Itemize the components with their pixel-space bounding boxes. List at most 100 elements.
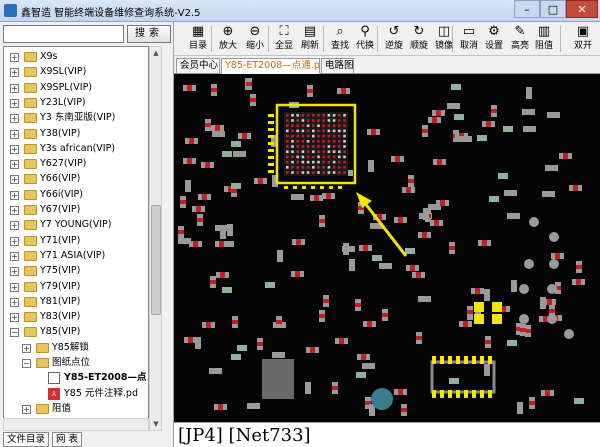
tree-item[interactable]: + Y7 YOUNG(VIP) xyxy=(4,217,148,233)
toolbar-button-zoom-in[interactable]: ⊕ 放大 xyxy=(215,24,241,54)
tree-item[interactable]: ⅄ Y85 元件注释.pd xyxy=(4,386,148,402)
tree-horizontal-scrollbar[interactable] xyxy=(3,418,149,431)
pcb-pad xyxy=(341,88,346,94)
toolbar-button-highlight[interactable]: ✎ 高亮 xyxy=(507,24,533,54)
tree-item[interactable]: + Y3s african(VIP) xyxy=(4,141,148,157)
pcb-pad xyxy=(250,98,256,102)
tree-item[interactable]: + Y67(VIP) xyxy=(4,202,148,218)
pcb-pad xyxy=(366,363,371,369)
pcb-view[interactable] xyxy=(174,74,600,422)
tree-item[interactable]: + X9SPL(VIP) xyxy=(4,80,148,96)
bga-ball xyxy=(327,166,331,169)
search-input[interactable] xyxy=(3,25,124,43)
tree-item[interactable]: + 阻值 xyxy=(4,401,148,417)
tree-expander-icon[interactable]: + xyxy=(10,160,19,170)
pcb-pad xyxy=(436,110,441,116)
tree-expander-icon[interactable]: + xyxy=(22,343,31,353)
tab-schematic[interactable]: 电路图 xyxy=(321,58,354,74)
toolbar-button-cancel[interactable]: ▭ 取消 xyxy=(456,24,482,54)
tab-file-directory[interactable]: 文件目录 xyxy=(3,432,50,447)
tree-expander-icon[interactable]: + xyxy=(10,236,19,246)
tree-expander-icon[interactable]: − xyxy=(22,359,31,368)
toolbar-button-rotate-ccw[interactable]: ↺ 逆旋 xyxy=(381,24,407,54)
tree-expander-icon[interactable]: + xyxy=(10,98,19,108)
tree-expander-icon[interactable]: + xyxy=(10,297,19,307)
tree-expander-icon[interactable]: + xyxy=(10,175,19,185)
pcb-pad xyxy=(459,136,463,142)
scrollbar-thumb[interactable] xyxy=(151,205,161,315)
tab-member-center[interactable]: 会员中心 xyxy=(176,58,220,74)
bga-ball xyxy=(306,129,310,133)
folder-icon xyxy=(24,281,37,292)
toolbar-button-catalog[interactable]: ▦ 目录 xyxy=(185,24,211,54)
tree-expander-icon[interactable]: + xyxy=(10,53,19,62)
tree-expander-icon[interactable]: + xyxy=(10,267,19,277)
tree-item-label: Y81(VIP) xyxy=(40,295,81,307)
pcb-pad xyxy=(185,138,189,144)
tree-expander-icon[interactable]: + xyxy=(10,129,19,139)
tree-item[interactable]: + Y66i(VIP) xyxy=(4,187,148,203)
toolbar-button-refresh[interactable]: ▤ 刷新 xyxy=(297,24,323,54)
search-button[interactable]: 搜索 xyxy=(127,25,171,43)
tree-expander-icon[interactable]: + xyxy=(10,282,19,292)
toolbar-button-search[interactable]: ⌕ 查找 xyxy=(327,24,353,54)
pcb-file-icon xyxy=(48,372,60,385)
tree-expander-icon[interactable]: + xyxy=(10,221,19,231)
tree-item[interactable]: + Y38(VIP) xyxy=(4,126,148,142)
toolbar-button-zoom-out[interactable]: ⊖ 缩小 xyxy=(242,24,268,54)
tree-item[interactable]: − 图纸点位 xyxy=(4,355,148,371)
toolbar-button-resistance[interactable]: ▥ 阻值 xyxy=(531,24,557,54)
tree-expander-icon[interactable]: + xyxy=(10,83,19,93)
pcb-pad xyxy=(306,347,310,353)
tree-item[interactable]: + Y83(VIP) xyxy=(4,309,148,325)
tree-expander-icon[interactable]: + xyxy=(10,114,19,124)
pcb-pad xyxy=(355,303,361,307)
tab-pcb-document[interactable]: Y85-ET2008—点通.pcb xyxy=(221,58,320,74)
tree-expander-icon[interactable]: + xyxy=(10,144,19,154)
tree-expander-icon[interactable]: + xyxy=(22,404,31,414)
tree-expander-icon[interactable]: + xyxy=(10,313,19,323)
tree-expander-icon[interactable]: + xyxy=(10,190,19,200)
tree-expander-icon[interactable]: + xyxy=(10,68,19,78)
tree-item[interactable]: + Y3 东南亚版(VIP) xyxy=(4,110,148,126)
bga-ball xyxy=(301,140,305,143)
tree-item[interactable]: Y85-ET2008—点 xyxy=(4,370,148,387)
tree-item[interactable]: + Y85解锁 xyxy=(4,340,148,356)
pcb-pad xyxy=(423,216,429,220)
pcb-canvas[interactable] xyxy=(174,74,600,422)
tree-item[interactable]: + Y71(VIP) xyxy=(4,233,148,249)
tree-item[interactable]: + Y79(VIP) xyxy=(4,279,148,295)
tree-item[interactable]: + X9SL(VIP) xyxy=(4,64,148,80)
pcb-pad xyxy=(307,93,313,97)
toolbar-button-fit-all[interactable]: ⛶ 全显 xyxy=(271,24,297,54)
toolbar-button-settings[interactable]: ⚙ 设置 xyxy=(481,24,507,54)
toolbar-button-rotate-cw[interactable]: ↻ 顺旋 xyxy=(406,24,432,54)
tree-item[interactable]: + Y627(VIP) xyxy=(4,156,148,172)
scroll-down-icon[interactable]: ▼ xyxy=(151,418,161,430)
tree-item[interactable]: + Y75(VIP) xyxy=(4,263,148,279)
pcb-pad xyxy=(205,119,211,123)
tree-item[interactable]: + X9s xyxy=(4,49,148,65)
tree-expander-icon[interactable]: − xyxy=(10,328,19,338)
pcb-pad xyxy=(486,121,491,127)
tab-netlist[interactable]: 网 表 xyxy=(52,432,83,447)
tree-item[interactable]: + Y66(VIP) xyxy=(4,171,148,187)
highlighted-pad xyxy=(474,314,484,324)
tree-expander-icon[interactable]: + xyxy=(10,206,19,215)
highlighted-pad xyxy=(268,149,274,152)
bga-ball xyxy=(312,145,315,148)
tree-expander-icon[interactable]: + xyxy=(10,251,19,261)
close-button[interactable]: ✕ xyxy=(566,0,598,18)
tree-item[interactable]: − Y85(VIP) xyxy=(4,324,148,340)
toolbar-button-dual-open[interactable]: ▣ 双开 xyxy=(570,24,596,54)
minimize-button[interactable]: – xyxy=(514,0,540,18)
maximize-button[interactable]: □ xyxy=(540,0,566,18)
tree-vertical-scrollbar[interactable]: ▲ ▼ xyxy=(149,46,162,431)
tree-item[interactable]: + Y23L(VIP) xyxy=(4,95,148,111)
pcb-pad xyxy=(484,297,490,301)
tree-item[interactable]: + Y81(VIP) xyxy=(4,294,148,310)
tree-item[interactable]: + Y71 ASIA(VIP) xyxy=(4,248,148,264)
toolbar-button-mirror[interactable]: ◫ 镜像 xyxy=(431,24,457,54)
toolbar-button-replace[interactable]: ⚲ 代换 xyxy=(352,24,378,54)
scroll-up-icon[interactable]: ▲ xyxy=(151,47,161,59)
